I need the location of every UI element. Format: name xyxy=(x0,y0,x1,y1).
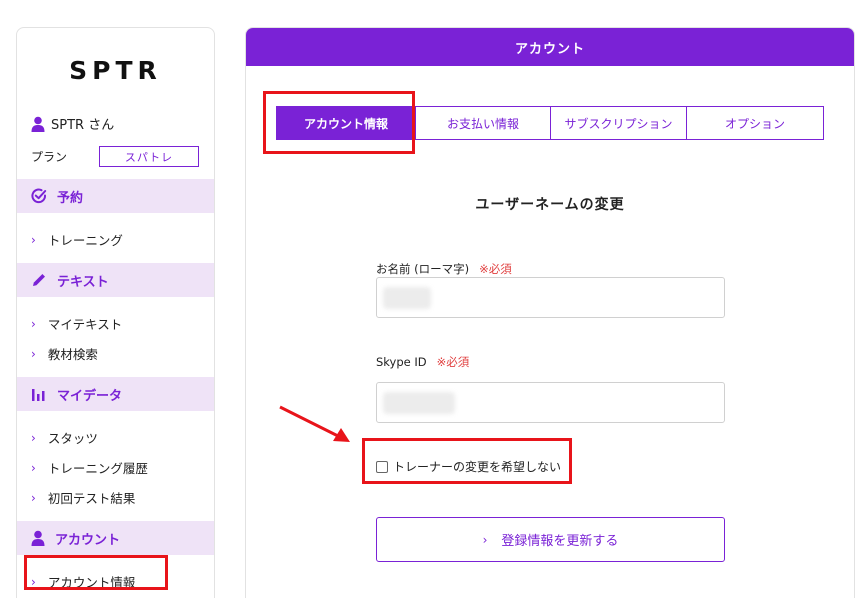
plan-label: プラン xyxy=(31,150,68,164)
tab-subscription[interactable]: サブスクリプション xyxy=(551,106,687,140)
nav-item-label: 初回テスト結果 xyxy=(47,491,136,506)
nav-item-material-search[interactable]: › 教材検索 xyxy=(31,344,98,363)
name-field-label: お名前 (ローマ字) ※必須 xyxy=(376,261,512,277)
name-input[interactable] xyxy=(376,277,725,318)
field-label-text: お名前 (ローマ字) xyxy=(376,262,470,276)
chevron-right-icon: › xyxy=(31,346,36,361)
section-account: アカウント xyxy=(17,521,214,555)
sptr-logo[interactable]: SPTR xyxy=(17,56,214,85)
sidebar: SPTR SPTR さん プラン スパトレ 予約 › トレーニング テキスト ›… xyxy=(16,27,215,598)
section-title: 予約 xyxy=(57,190,84,206)
chevron-right-icon: › xyxy=(31,430,36,445)
check-circle-icon xyxy=(31,188,47,204)
section-title-username: ユーザーネームの変更 xyxy=(475,197,625,213)
pencil-icon xyxy=(33,274,45,286)
field-label-text: Skype ID xyxy=(376,355,427,369)
nav-item-initial-test[interactable]: › 初回テスト結果 xyxy=(31,488,135,507)
tab-payment-info[interactable]: お支払い情報 xyxy=(416,106,551,140)
button-label: 登録情報を更新する xyxy=(501,534,619,549)
required-mark: ※必須 xyxy=(479,262,512,276)
user-icon xyxy=(31,530,45,546)
user-icon xyxy=(31,116,45,132)
section-title: マイデータ xyxy=(57,388,123,404)
nav-item-label: スタッツ xyxy=(47,431,98,446)
nav-item-label: マイテキスト xyxy=(47,317,123,332)
section-title: テキスト xyxy=(57,274,109,290)
nav-item-label: 教材検索 xyxy=(47,347,98,362)
chevron-right-icon: › xyxy=(482,532,488,547)
plan-badge: スパトレ xyxy=(99,146,199,167)
update-info-button[interactable]: › 登録情報を更新する xyxy=(376,517,725,562)
tab-options[interactable]: オプション xyxy=(687,106,824,140)
section-title: アカウント xyxy=(55,532,121,548)
user-name: SPTR さん xyxy=(51,118,115,133)
chevron-right-icon: › xyxy=(31,232,36,247)
required-mark: ※必須 xyxy=(436,355,470,369)
bar-chart-icon xyxy=(32,389,45,401)
page-title: アカウント xyxy=(246,28,854,66)
section-my-data: マイデータ xyxy=(17,377,214,411)
nav-item-my-text[interactable]: › マイテキスト xyxy=(31,314,122,333)
plan-row: プラン スパトレ xyxy=(31,146,201,167)
annotation-box-checkbox xyxy=(362,438,572,484)
skype-field-label: Skype ID ※必須 xyxy=(376,354,469,370)
chevron-right-icon: › xyxy=(31,316,36,331)
section-text: テキスト xyxy=(17,263,214,297)
redacted-value xyxy=(383,287,431,309)
user-info: SPTR さん xyxy=(31,114,114,133)
nav-item-training-history[interactable]: › トレーニング履歴 xyxy=(31,458,148,477)
nav-item-training[interactable]: › トレーニング xyxy=(31,230,123,249)
chevron-right-icon: › xyxy=(31,460,36,475)
nav-item-label: トレーニング履歴 xyxy=(47,461,148,476)
redacted-value xyxy=(383,392,455,414)
skype-id-input[interactable] xyxy=(376,382,725,423)
nav-item-label: トレーニング xyxy=(47,233,123,248)
chevron-right-icon: › xyxy=(31,490,36,505)
section-reservation: 予約 xyxy=(17,179,214,213)
annotation-arrow-icon xyxy=(279,405,350,442)
annotation-box-sidebar xyxy=(24,555,168,590)
nav-item-stats[interactable]: › スタッツ xyxy=(31,428,98,447)
annotation-box-tab xyxy=(263,91,415,154)
